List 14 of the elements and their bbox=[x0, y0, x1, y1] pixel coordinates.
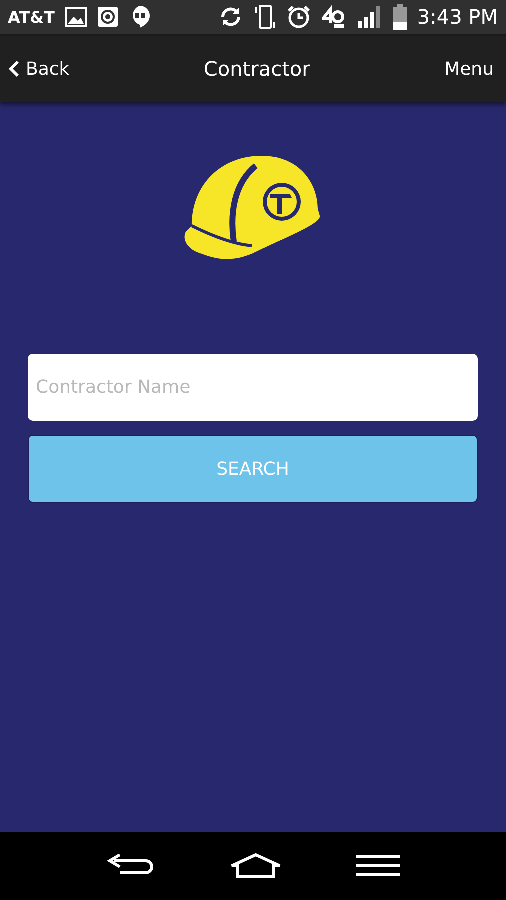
chevron-left-icon bbox=[8, 60, 20, 78]
carrier-text: AT&T bbox=[8, 8, 55, 26]
menu-button[interactable]: Menu bbox=[440, 54, 498, 84]
picture-icon bbox=[64, 7, 87, 27]
vibrate-icon bbox=[253, 4, 278, 30]
clock-text: 3:43 PM bbox=[417, 5, 498, 29]
battery-icon bbox=[393, 4, 408, 30]
home-icon bbox=[228, 853, 283, 879]
contractor-name-field[interactable]: Contractor Name bbox=[28, 354, 478, 421]
back-button[interactable]: Back bbox=[4, 54, 74, 84]
sync-icon bbox=[219, 5, 244, 29]
screen-title: Contractor bbox=[204, 57, 310, 81]
alarm-clock-icon bbox=[287, 5, 312, 29]
menu-icon bbox=[356, 855, 400, 877]
